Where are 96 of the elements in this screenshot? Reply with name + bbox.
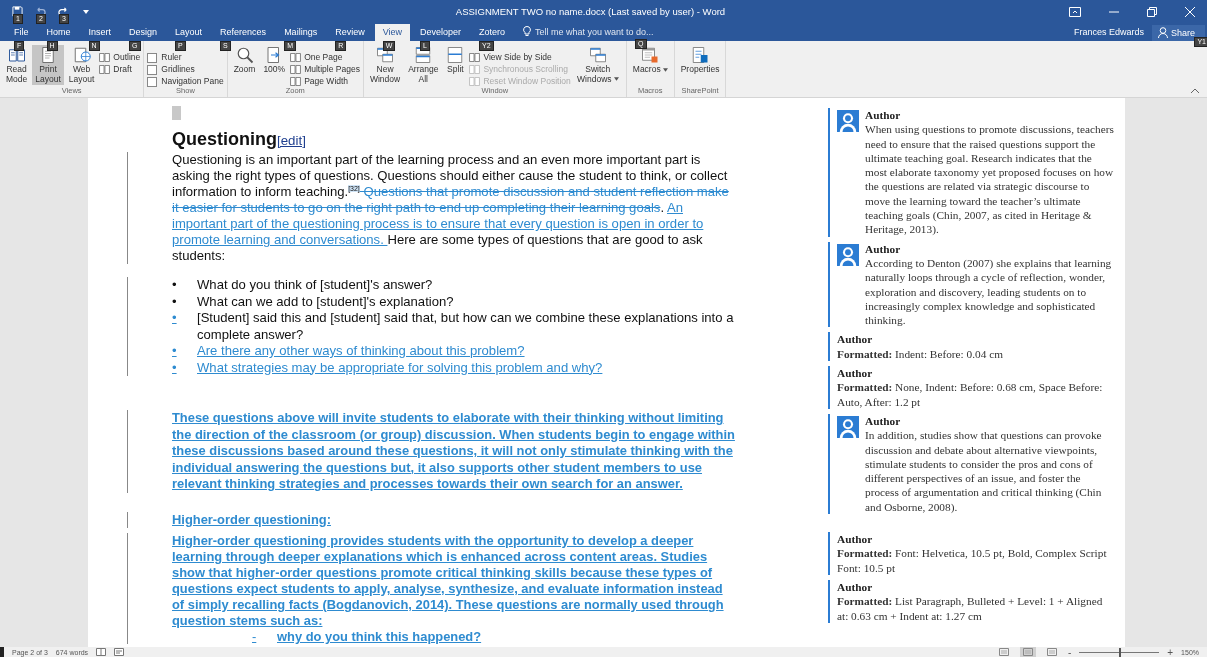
comment-text: Formatted: List Paragraph, Bulleted + Level: 1 + Aligned at: 0.63 cm + Indent at: 1.27 cm bbox=[837, 594, 1104, 623]
user-name[interactable]: Frances Edwards bbox=[1073, 27, 1144, 41]
checkbox[interactable]: Gridlines bbox=[147, 64, 224, 75]
comment-author: Author bbox=[865, 241, 902, 256]
ribbon-tab[interactable]: View bbox=[374, 24, 410, 41]
ribbon-tab[interactable]: Design bbox=[121, 24, 166, 41]
list-item-text: What can we add to [student]'s explanation? bbox=[197, 293, 454, 310]
split-page-icon bbox=[469, 53, 481, 62]
comment-author: Author bbox=[837, 532, 874, 547]
ribbon-button[interactable]: View Side by Side bbox=[469, 52, 571, 63]
bullet: • bbox=[172, 343, 178, 360]
ribbon-display-icon[interactable] bbox=[1069, 6, 1081, 17]
split-page-icon bbox=[469, 65, 481, 74]
comment-author: Author bbox=[837, 366, 874, 381]
zoom-in-button[interactable]: + bbox=[1167, 646, 1174, 657]
avatar-icon bbox=[837, 110, 859, 132]
list-item-text: why do you think this happened? bbox=[277, 629, 482, 644]
split-page-icon bbox=[290, 65, 302, 74]
ribbon-button[interactable]: Split bbox=[443, 45, 468, 76]
restore-icon[interactable] bbox=[1147, 6, 1157, 17]
comment-text: In addition, studies show that questions can provoke discussion and debate about alternative viewpoints, stimulate students to consider the pros and cons of different perspectives of an issue, and foster the process of argumentation and critical thinking (Chin and Osborne, 2008). bbox=[865, 428, 1103, 514]
split-page-icon bbox=[99, 65, 111, 74]
lightbulb-icon bbox=[523, 26, 532, 37]
comment-text: When using questions to promote discussions, teachers need to ensure that the raised questions support the ultimate teaching goal. Research indicates that the most elaborate taxonomy yet proposed focuses on how the questions are related via strategic discourse to move the learning toward the teacher’s ultimate teaching goals (Chin, 2007, as cited in Heritage & Heritage, 2013). bbox=[865, 122, 1115, 237]
checkbox[interactable]: Ruler bbox=[147, 52, 224, 63]
ribbon-button[interactable]: Zoom bbox=[230, 45, 259, 76]
ribbon-tab[interactable]: File bbox=[6, 24, 37, 41]
ribbon-button[interactable]: Properties bbox=[677, 45, 723, 76]
heading: Questioning bbox=[172, 129, 277, 149]
ribbon-tab[interactable]: Layout bbox=[167, 24, 211, 41]
ribbon-button[interactable]: Outline bbox=[99, 52, 141, 63]
globe-page-icon bbox=[72, 46, 91, 64]
ribbon-tab[interactable]: Review bbox=[327, 24, 373, 41]
ribbon-tab[interactable]: Zotero bbox=[471, 24, 514, 41]
bullet: • bbox=[172, 310, 178, 327]
formatting-note[interactable]: Author Formatted: Font: Helvetica, 10.5 pt, Bold, Complex Script Font: 10.5 pt bbox=[828, 532, 1115, 575]
bullet: • bbox=[172, 293, 178, 310]
search-icon bbox=[235, 46, 254, 64]
bullet: • bbox=[172, 359, 178, 376]
split-page-icon bbox=[99, 53, 111, 62]
ribbon-button[interactable]: Multiple Pages bbox=[290, 64, 360, 75]
tell-me-field[interactable]: Tell me what you want to do... bbox=[535, 26, 654, 37]
split-window-icon bbox=[446, 46, 465, 64]
comment-text: Formatted: None, Indent: Before: 0.68 cm, Space Before: Auto, After: 1.2 pt bbox=[837, 380, 1104, 409]
close-icon[interactable] bbox=[1185, 6, 1195, 17]
comment-card[interactable] bbox=[828, 108, 1115, 237]
save-icon[interactable] bbox=[12, 6, 23, 18]
edit-link[interactable]: [edit] bbox=[277, 133, 306, 148]
customize-caret-icon[interactable] bbox=[83, 9, 89, 14]
window-title: ASSIGNMENT TWO no name.docx (Last saved by user) - Word bbox=[454, 6, 727, 18]
zoom-out-button[interactable]: - bbox=[1067, 646, 1072, 657]
ribbon-tab[interactable]: Developer bbox=[412, 24, 470, 41]
formatting-note[interactable]: Author Formatted: List Paragraph, Bulleted + Level: 1 + Aligned at: 0.63 cm + Indent at: 1.27 cm bbox=[828, 579, 1115, 623]
formatting-note[interactable]: Author Formatted: Indent: Before: 0.04 cm bbox=[828, 332, 1115, 362]
comment-author: Author bbox=[865, 413, 902, 429]
comment-text: According to Denton (2007) she explains that learning naturally loops through a cycle of reflection, wonder, exploration and discovery, leading students on to increasingly complex knowledge and sophisticated thinking. bbox=[865, 255, 1113, 328]
windows-icon bbox=[588, 46, 607, 64]
bullet: • bbox=[172, 277, 178, 294]
view-button[interactable] bbox=[1019, 647, 1036, 657]
ribbon-button[interactable]: Draft bbox=[99, 64, 141, 75]
avatar-icon bbox=[837, 415, 859, 438]
ribbon-tab[interactable]: Mailings bbox=[276, 24, 326, 41]
list-item-text: Are there any other ways of thinking about this problem? bbox=[197, 343, 525, 360]
comment-author: Author bbox=[865, 108, 902, 123]
macro-record-icon[interactable] bbox=[114, 648, 125, 656]
ribbon-button[interactable]: One Page bbox=[290, 52, 360, 63]
list-item-text: [Student] said this and [student] said that, but how can we combine these explanations into a complete answer? bbox=[197, 310, 735, 343]
properties-icon bbox=[691, 46, 710, 64]
ribbon-tab[interactable]: Insert bbox=[80, 24, 120, 41]
ribbon-button[interactable]: Switch Windows bbox=[572, 45, 623, 85]
ribbon-tab[interactable]: References bbox=[212, 24, 275, 41]
checkbox[interactable]: Navigation Pane bbox=[147, 76, 224, 87]
person-icon bbox=[1157, 27, 1168, 38]
list-item-text: What do you think of [student]'s answer? bbox=[197, 277, 433, 294]
comment-author: Author bbox=[837, 579, 874, 595]
paragraph: Higher-order questioning provides students with the opportunity to develop a deeper learning through deeper explanations which is enhanced across content areas. Studies show that higher-order questions promote critical thinking skills because these types of questions expect students to apply, analyse, synthesize, and evaluate information instead of simply recalling facts (Bogdanovich, 2014). These questions are normally used through question stems such as: bbox=[172, 533, 725, 629]
ribbon-tab[interactable]: Home bbox=[38, 24, 79, 41]
collapse-ribbon-icon[interactable] bbox=[1191, 88, 1199, 93]
proofing-book-icon[interactable] bbox=[96, 648, 107, 656]
comment-text: Formatted: Indent: Before: 0.04 cm bbox=[837, 346, 1003, 362]
windows-icon bbox=[376, 46, 394, 64]
split-page-icon bbox=[290, 53, 302, 62]
list-item-text: What strategies may be appropriate for solving this problem and why? bbox=[197, 359, 603, 376]
paragraph: Higher-order questioning: bbox=[172, 511, 332, 528]
macro-list-icon bbox=[641, 46, 660, 64]
ribbon-button[interactable]: Page Width bbox=[290, 76, 360, 87]
split-page-icon bbox=[290, 77, 302, 86]
paragraph: These questions above will invite students to elaborate with their thinking without limiting the direction of the classroom (or group) discussion. When students begin to engage within these discussions based around these questions, it will not only stimulate thinking with the individual answering the questions but, it also supports other student members to use relevant thinking strategies and processes towards their own search for an answer. bbox=[172, 410, 736, 493]
paragraph-marker bbox=[172, 106, 181, 120]
avatar-icon bbox=[837, 243, 859, 266]
bullet: - bbox=[252, 629, 258, 644]
split-page-icon bbox=[469, 77, 481, 86]
formatting-note[interactable]: Author Formatted: None, Indent: Before: 0.68 cm, Space Before: Auto, After: 1.2 pt bbox=[828, 366, 1115, 409]
comment-author: Author bbox=[837, 332, 874, 347]
paragraph: Questioning is an important part of the learning process and an even more important part is asking the right types of questions. Questions should either cause the student to think, or collect information to inform teaching.$^{[32]}$ Questions that promote discussion and student reflection make it easier for students to go on the right path to end up completing their learning goals. An important part of the questioning process is to ensure that every question is open in order to promote learning and conversations. Here are some types of questions that are good to ask students: bbox=[172, 152, 730, 264]
comment-text: Formatted: Font: Helvetica, 10.5 pt, Bold, Complex Script Font: 10.5 pt bbox=[837, 546, 1108, 575]
